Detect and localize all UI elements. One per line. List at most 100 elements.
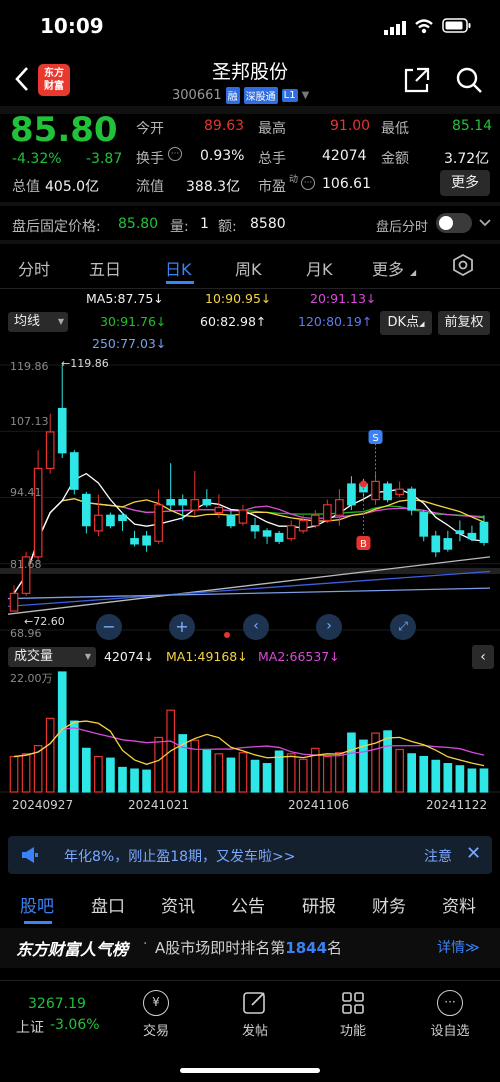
collapse-panel-icon[interactable]: ‹: [472, 645, 494, 669]
divider: [0, 202, 500, 206]
high-label: 最高: [258, 121, 286, 137]
candle-body: [214, 506, 224, 514]
volume-value: 42074: [322, 148, 367, 164]
active-tab-underline: [166, 281, 194, 284]
trade-icon: ¥: [143, 990, 169, 1016]
info-icon[interactable]: ···: [168, 147, 182, 161]
chart-dot-indicator: [224, 632, 230, 638]
index-change: -3.06%: [50, 1017, 100, 1033]
scroll-right-icon[interactable]: ›: [316, 614, 342, 640]
kline-chart[interactable]: SB: [0, 355, 500, 640]
candle-body: [443, 538, 453, 550]
ma5-label: MA5:87.75↓: [86, 291, 164, 306]
tab-intraday[interactable]: 分时: [18, 256, 50, 280]
candle-body: [431, 535, 441, 553]
candle-body: [45, 431, 55, 469]
volume-bar: [238, 752, 248, 793]
tab-more[interactable]: 更多: [372, 256, 404, 280]
index-value[interactable]: 3267.19: [28, 996, 86, 1012]
popularity-rank: 1844: [285, 939, 328, 957]
candle-body: [94, 514, 103, 532]
after-hours-vol: 1: [200, 216, 209, 232]
tab-research[interactable]: 研报: [302, 892, 336, 917]
candle-body: [274, 532, 284, 542]
tab-pankou[interactable]: 盘口: [91, 892, 125, 917]
volume-chart[interactable]: [0, 668, 500, 796]
nav-watchlist[interactable]: ··· 设自选: [420, 990, 480, 1039]
adjust-button[interactable]: 前复权: [438, 311, 490, 335]
candle-body: [467, 532, 477, 540]
nav-functions[interactable]: 功能: [323, 990, 383, 1039]
after-hours-label: 盘后固定价格:: [12, 219, 101, 235]
volume-bar: [455, 765, 465, 793]
volume-bar: [154, 736, 163, 793]
volume-selector[interactable]: 成交量 ▼: [8, 647, 96, 667]
candle-body: [178, 499, 188, 506]
popularity-text: A股市场即时排名第1844名: [155, 939, 343, 957]
tab-profile[interactable]: 资料: [442, 892, 476, 917]
divider: [0, 980, 500, 981]
tab-daily-k[interactable]: 日K: [165, 256, 192, 280]
nav-trade[interactable]: ¥ 交易: [126, 990, 186, 1039]
candle-body: [106, 514, 115, 527]
promo-banner[interactable]: 年化8%，刚止盈18期，又发车啦>> 注意 ✕: [8, 836, 492, 874]
candle-body: [286, 525, 296, 540]
ma10-label: 10:90.95↓: [205, 291, 272, 306]
tab-guba[interactable]: 股吧: [20, 892, 54, 917]
chevron-down-icon[interactable]: [478, 214, 492, 233]
change-percent: -4.32%: [12, 151, 62, 167]
tab-five-day[interactable]: 五日: [89, 256, 121, 280]
more-button[interactable]: 更多: [440, 170, 490, 196]
total-value-label: 总值: [12, 179, 40, 195]
change-amount: -3.87: [86, 151, 123, 167]
pe-label: 市盈: [258, 179, 286, 195]
volume-bar: [118, 766, 127, 793]
tab-financials[interactable]: 财务: [372, 892, 406, 917]
pe-sup: 动: [289, 175, 299, 185]
share-icon[interactable]: [403, 66, 431, 98]
tab-weekly-k[interactable]: 周K: [235, 256, 262, 280]
tag-level: L1: [281, 89, 298, 102]
candle-body: [347, 483, 356, 506]
tab-news[interactable]: 资讯: [161, 892, 195, 917]
status-time: 10:09: [40, 14, 104, 38]
volume-bar: [226, 757, 236, 793]
after-hours-toggle[interactable]: [436, 213, 472, 233]
nav-post[interactable]: 发帖: [225, 990, 285, 1039]
zoom-in-icon[interactable]: +: [169, 614, 195, 640]
ma60-line: [7, 556, 491, 615]
dk-point-button[interactable]: DK点◢: [380, 311, 432, 335]
after-hours-price: 85.80: [118, 216, 159, 232]
date-label: 20241122: [426, 798, 488, 812]
close-icon[interactable]: ✕: [466, 843, 481, 864]
chevron-down-icon[interactable]: ▼: [302, 90, 310, 101]
popularity-dot: ·: [143, 936, 148, 952]
y-axis-label: 94.41: [10, 486, 42, 499]
candle-body: [9, 592, 19, 612]
banner-action[interactable]: 注意: [424, 846, 452, 866]
candle-body: [154, 504, 163, 542]
banner-text: 年化8%，刚止盈18期，又发车啦>>: [64, 849, 296, 865]
fullscreen-icon[interactable]: ⤢: [390, 614, 416, 640]
volume-bar: [190, 739, 200, 793]
popularity-detail-link[interactable]: 详情≫: [437, 937, 480, 957]
after-hours-amt-label: 额:: [218, 219, 237, 235]
candle-body: [371, 480, 380, 501]
volume-bar: [335, 752, 344, 793]
candle-body: [166, 499, 176, 506]
candle-body: [479, 521, 489, 543]
turnover-label: 换手: [136, 151, 164, 167]
tab-announcements[interactable]: 公告: [231, 892, 265, 917]
home-indicator: [180, 1068, 320, 1073]
ma-selector[interactable]: 均线 ▼: [8, 312, 68, 332]
settings-icon[interactable]: [452, 253, 474, 280]
scroll-left-icon[interactable]: ‹: [243, 614, 269, 640]
search-icon[interactable]: [455, 66, 483, 98]
y-axis-label: 68.96: [10, 627, 42, 640]
volume-bar: [359, 739, 368, 793]
pe-info-icon[interactable]: ···: [301, 176, 315, 190]
wifi-icon: [414, 18, 434, 38]
zoom-out-icon[interactable]: −: [96, 614, 122, 640]
volume-bar: [106, 757, 115, 793]
tab-monthly-k[interactable]: 月K: [306, 256, 333, 280]
